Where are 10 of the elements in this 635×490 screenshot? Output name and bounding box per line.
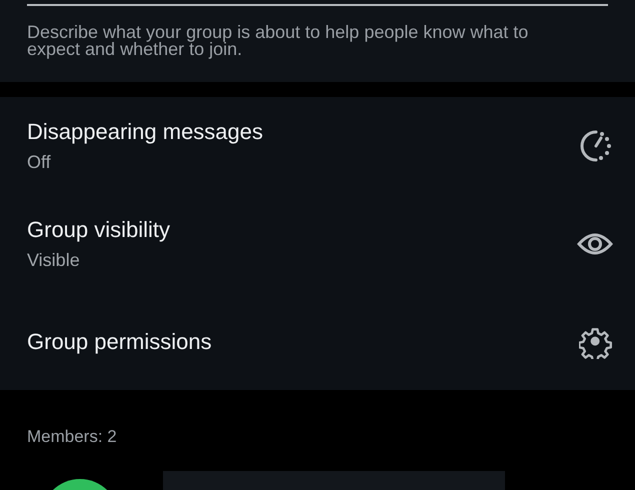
settings-row[interactable]: Disappearing messages Off [0,97,635,195]
settings-row[interactable]: Group visibility Visible [0,195,635,293]
members-count: Members: 2 [27,427,118,447]
settings-row[interactable]: Group permissions [0,293,635,390]
setting-title: Group visibility [27,217,170,243]
helper-text: Describe what your group is about to help people know what to expect and whether to join. [27,24,530,58]
setting-value: Visible [27,249,81,271]
setting-title: Disappearing messages [27,119,264,145]
setting-value: Off [27,151,52,173]
setting-title: Group permissions [27,328,212,354]
